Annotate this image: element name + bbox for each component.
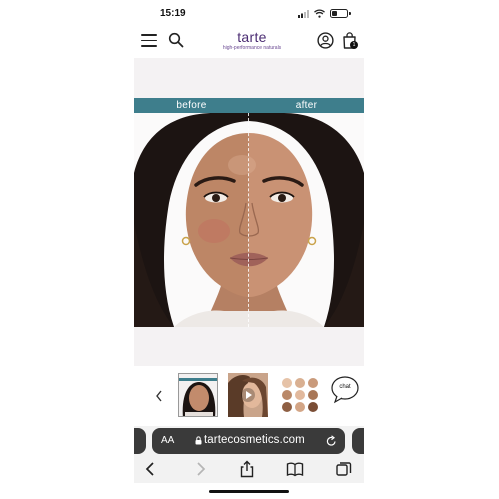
site-header: tarte high-performance naturals 1 <box>134 26 364 58</box>
wifi-icon <box>314 9 325 18</box>
thumbnail-shade-grid[interactable] <box>280 373 320 417</box>
next-tab-peek[interactable] <box>352 428 364 454</box>
thumbnail-video[interactable] <box>228 373 268 417</box>
text-size-button[interactable]: AA <box>161 435 174 446</box>
brand-tagline: high-performance naturals <box>222 45 282 51</box>
brand-name: tarte <box>237 29 267 45</box>
home-indicator[interactable] <box>209 490 289 493</box>
phone-screen: 15:19 tarte high-performance naturals 1 … <box>134 0 364 499</box>
before-after-divider <box>248 113 249 327</box>
chevron-left-icon[interactable] <box>154 389 164 403</box>
menu-icon[interactable] <box>141 34 157 47</box>
brand-logo[interactable]: tarte high-performance naturals <box>212 29 292 52</box>
model-face-image <box>134 113 364 327</box>
status-bar: 15:19 <box>134 0 364 26</box>
share-icon[interactable] <box>238 460 256 478</box>
thumbnail-strip: chat <box>134 366 364 428</box>
battery-icon <box>330 9 351 18</box>
chat-button[interactable]: chat <box>331 376 361 404</box>
before-after-photo[interactable] <box>134 113 364 327</box>
search-icon[interactable] <box>168 32 184 48</box>
chat-bubble-icon <box>331 376 359 404</box>
thumbnail-before-after[interactable] <box>178 373 218 417</box>
browser-address-bar: AA tartecosmetics.com <box>134 426 364 456</box>
before-after-banner: before after <box>134 98 364 113</box>
tabs-icon[interactable] <box>335 460 353 478</box>
lock-icon <box>195 436 202 445</box>
signal-icon <box>298 10 309 18</box>
cart-count-badge: 1 <box>350 41 358 49</box>
account-icon[interactable] <box>317 32 334 49</box>
status-time: 15:19 <box>160 8 186 19</box>
reload-icon[interactable] <box>326 435 337 447</box>
after-label: after <box>295 100 318 111</box>
back-icon[interactable] <box>142 460 160 478</box>
forward-icon[interactable] <box>191 460 209 478</box>
chat-label: chat <box>339 384 351 390</box>
bookmarks-icon[interactable] <box>286 460 304 478</box>
url-text: tartecosmetics.com <box>204 434 305 446</box>
previous-tab-peek[interactable] <box>134 428 146 454</box>
before-label: before <box>176 100 207 111</box>
product-gallery[interactable]: before after <box>134 58 364 366</box>
browser-toolbar <box>134 456 364 483</box>
url-field[interactable]: AA tartecosmetics.com <box>152 428 345 454</box>
